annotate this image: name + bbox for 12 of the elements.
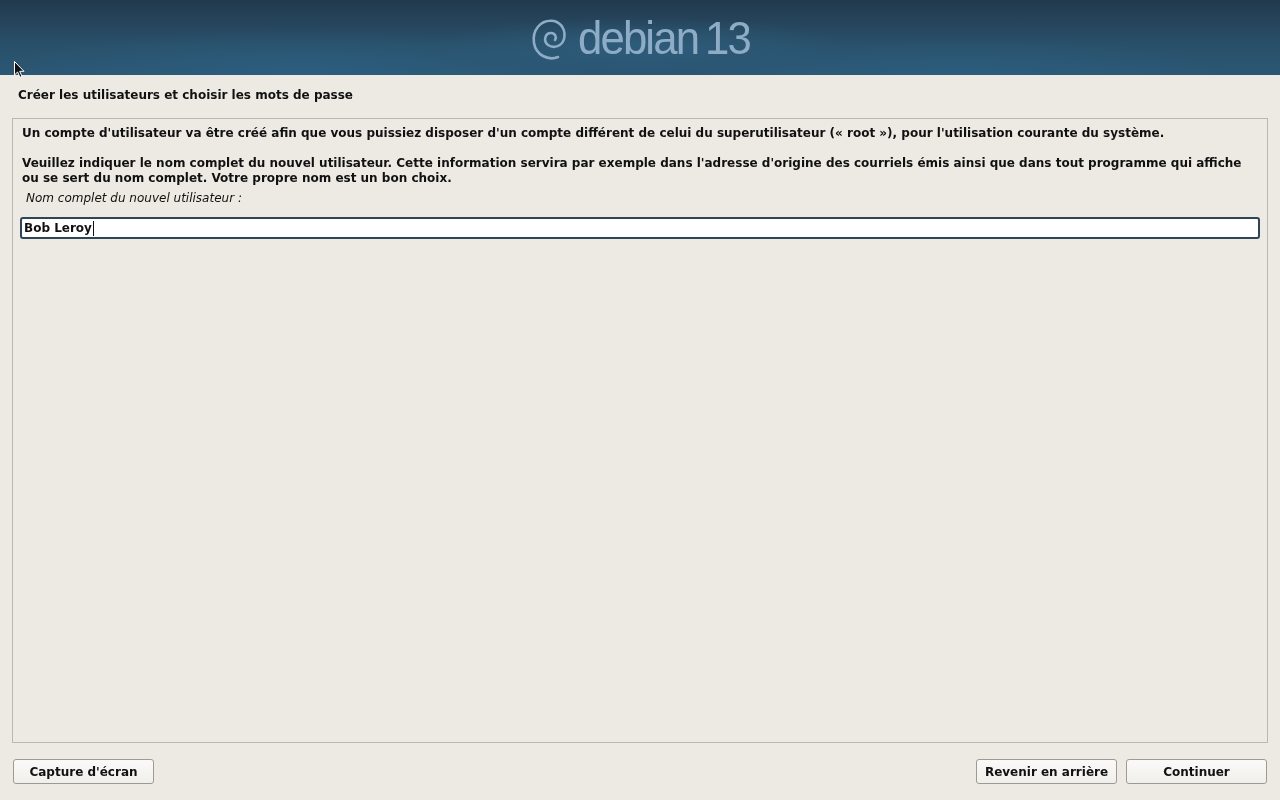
description-text: Veuillez indiquer le nom complet du nouvel utilisateur. Cette information servira par exemple dans l'adresse d'origine des courriels émis ainsi que dans tout programme qui affiche ou se sert du nom complet. Votre propre nom est un bon choix. [22,156,1243,186]
field-label: Nom complet du nouvel utilisateur : [26,191,243,206]
continue-button[interactable]: Continuer [1126,759,1267,784]
logo-wordmark: debian [578,14,699,61]
text-cursor-icon [92,220,94,236]
step-title: Créer les utilisateurs et choisir les mots de passe [18,88,353,102]
input-field[interactable]: Bob Leroy [20,217,1260,239]
back-button[interactable]: Revenir en arrière [976,759,1117,784]
logo-version: 13 [705,14,751,61]
description-text: Un compte d'utilisateur va être créé afin que vous puissiez disposer d'un compte différent de celui du superutilisateur (« root »), pour l'utilisation courante du système. [22,126,1166,141]
mouse-pointer-icon [14,61,25,78]
screenshot-button[interactable]: Capture d'écran [13,759,154,784]
